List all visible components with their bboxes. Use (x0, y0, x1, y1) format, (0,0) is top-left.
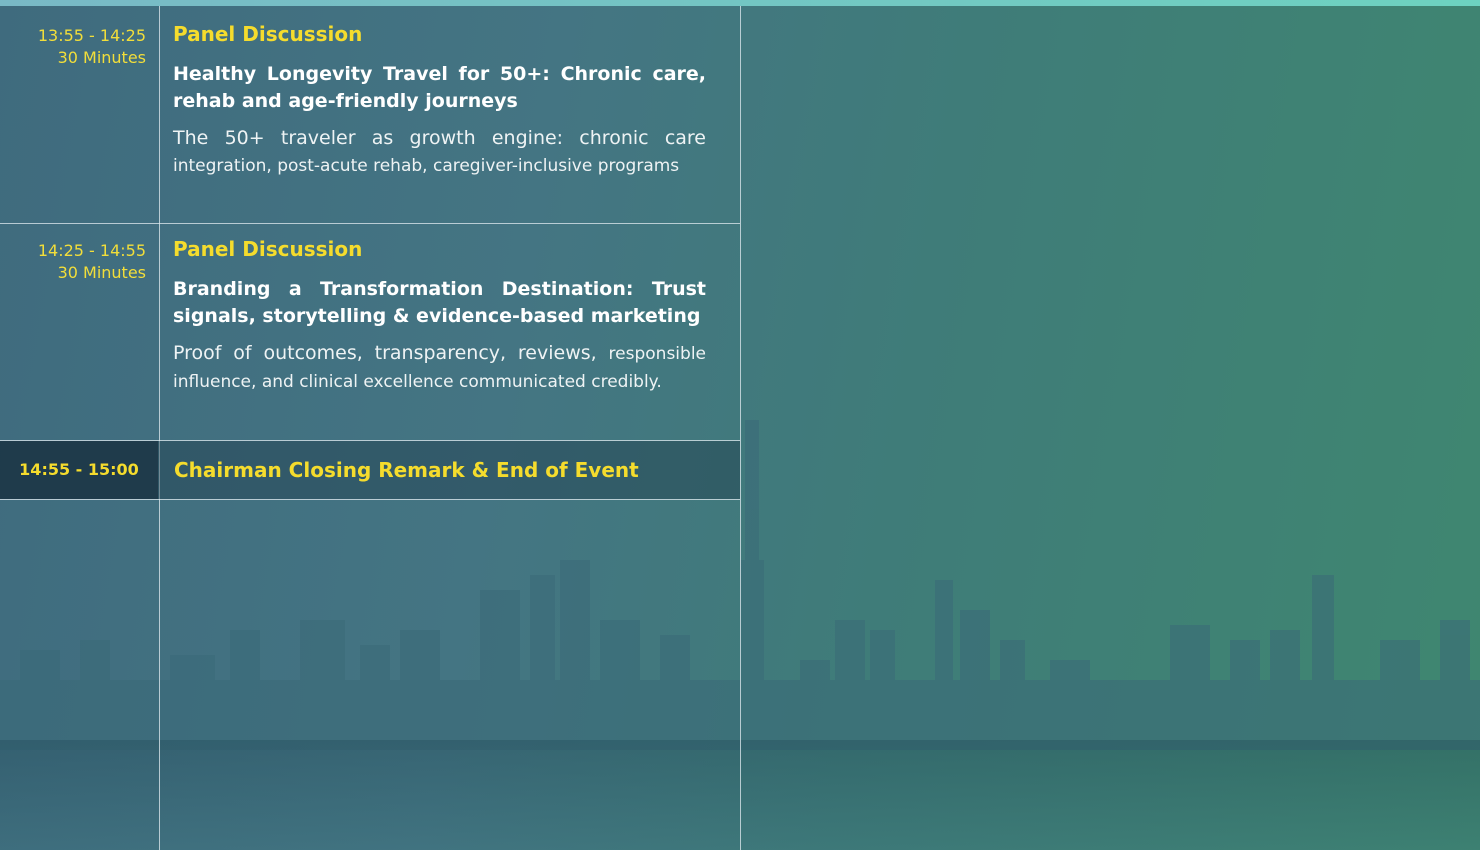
column-divider-content (740, 6, 741, 850)
session-title: Healthy Longevity Travel for 50+: Chroni… (173, 63, 706, 112)
closing-time: 14:55 - 15:00 (0, 441, 158, 499)
schedule-row: 14:25 - 14:55 30 Minutes Panel Discussio… (0, 224, 740, 441)
closing-title: Chairman Closing Remark & End of Event (174, 458, 639, 482)
time-range: 14:25 - 14:55 (37, 241, 146, 260)
session-time: 14:25 - 14:55 30 Minutes (0, 240, 158, 284)
session-description: Proof of outcomes, transparency, reviews… (173, 340, 706, 396)
description-lead: Proof of outcomes, transparency, reviews… (173, 342, 597, 364)
row-divider (0, 499, 740, 500)
session-title: Branding a Transformation Destination: T… (173, 278, 706, 327)
schedule-row: 13:55 - 14:25 30 Minutes Panel Discussio… (0, 6, 740, 223)
session-time: 13:55 - 14:25 30 Minutes (0, 25, 158, 69)
session-content: Panel Discussion Healthy Longevity Trave… (173, 21, 706, 180)
session-description: The 50+ traveler as growth engine: chron… (173, 125, 706, 180)
session-type: Panel Discussion (173, 237, 363, 261)
duration: 30 Minutes (57, 263, 146, 282)
duration: 30 Minutes (57, 48, 146, 67)
session-type: Panel Discussion (173, 22, 363, 46)
description-lead: The 50+ traveler as growth engine: chron… (173, 127, 706, 149)
session-content: Panel Discussion Branding a Transformati… (173, 236, 706, 396)
description-rest: integration, post-acute rehab, caregiver… (173, 156, 680, 176)
time-range: 13:55 - 14:25 (37, 26, 146, 45)
